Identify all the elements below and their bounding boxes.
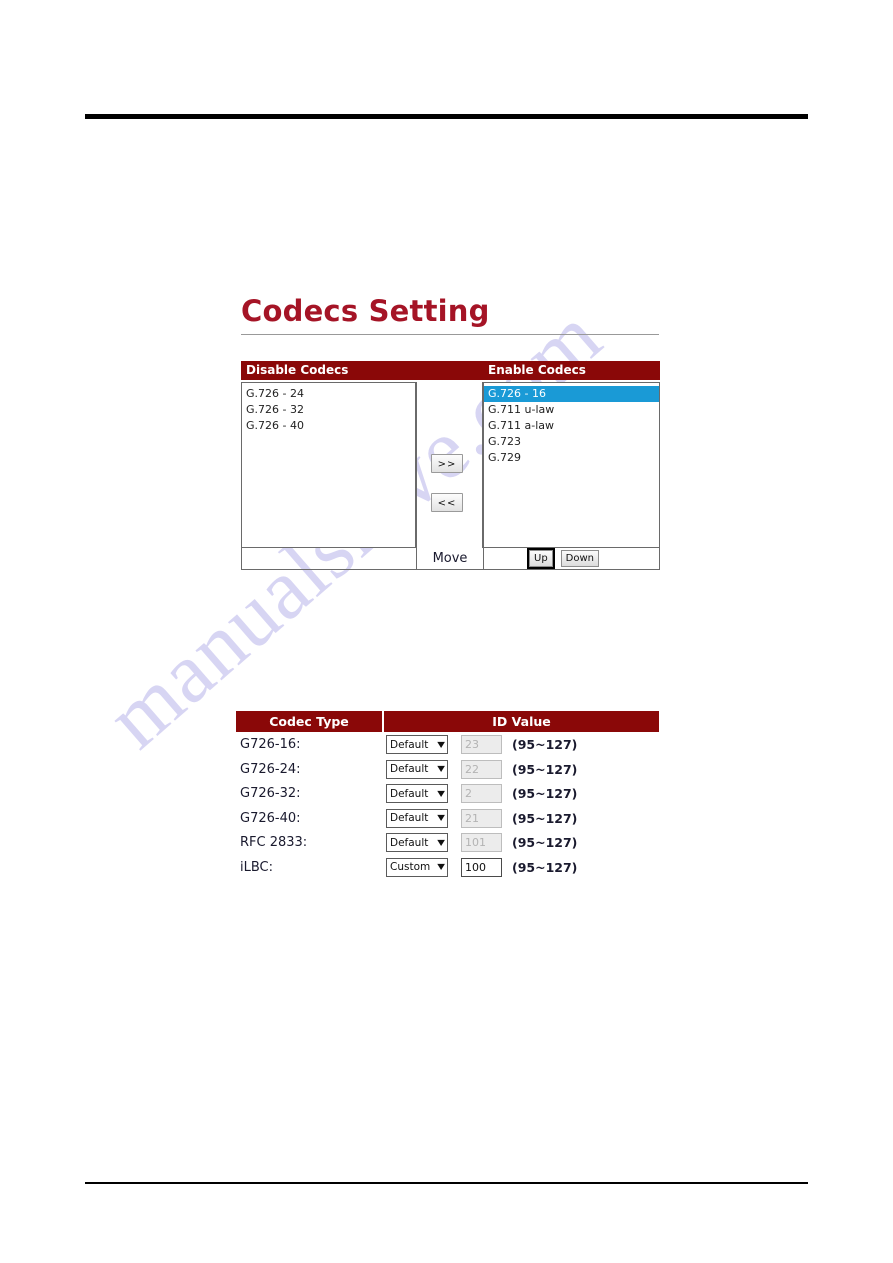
list-item[interactable]: G.723: [484, 434, 659, 450]
enable-codecs-header: Enable Codecs: [483, 361, 660, 380]
codec-id-table: Codec Type ID Value G726-16: Default ▼ 2…: [236, 711, 659, 879]
list-item[interactable]: G.729: [484, 450, 659, 466]
footer-right-cell: Up Down: [484, 548, 659, 569]
codec-type-label: RFC 2833:: [240, 835, 308, 851]
title-underline: [241, 334, 659, 335]
move-down-button[interactable]: Down: [560, 550, 600, 567]
codec-type-label: iLBC:: [240, 859, 274, 875]
id-value-input[interactable]: 22: [461, 759, 502, 779]
id-value-input[interactable]: 23: [461, 735, 502, 755]
chevron-down-icon: ▼: [437, 862, 445, 872]
codec-type-label: G726-16:: [240, 737, 301, 753]
id-range-hint: (95~127): [512, 835, 578, 851]
codec-type-label: G726-40:: [240, 810, 301, 826]
id-mode-value: Default: [390, 836, 429, 849]
id-value-input[interactable]: 2: [461, 784, 502, 804]
id-mode-select[interactable]: Default ▼: [386, 735, 448, 755]
table-row: G726-16: Default ▼ 23 (95~127): [236, 733, 659, 757]
id-range-hint: (95~127): [512, 786, 578, 802]
codec-type-label: G726-24:: [240, 761, 301, 777]
codec-id-table-header: Codec Type ID Value: [236, 711, 659, 732]
table-row: iLBC: Custom ▼ 100 (95~127): [236, 856, 659, 880]
codec-type-header: Codec Type: [236, 711, 384, 732]
id-mode-value: Default: [390, 738, 429, 751]
chevron-down-icon: ▼: [437, 813, 445, 823]
chevron-down-icon: ▼: [437, 739, 445, 749]
list-item[interactable]: G.726 - 32: [242, 402, 415, 418]
table-row: RFC 2833: Default ▼ 101 (95~127): [236, 831, 659, 855]
chevron-down-icon: ▼: [437, 788, 445, 798]
id-mode-value: Default: [390, 763, 429, 776]
codecs-transfer-body: G.726 - 24 G.726 - 32 G.726 - 40 >> << G…: [241, 382, 660, 548]
table-row: G726-40: Default ▼ 21 (95~127): [236, 807, 659, 831]
chevron-down-icon: ▼: [437, 837, 445, 847]
codecs-transfer-header-row: Disable Codecs Enable Codecs: [241, 361, 660, 380]
move-label: Move: [417, 548, 484, 569]
id-mode-select[interactable]: Default ▼: [386, 784, 448, 804]
id-value-header: ID Value: [492, 714, 551, 729]
id-mode-value: Custom: [390, 861, 431, 874]
page-bottom-rule: [85, 1182, 808, 1184]
id-mode-select[interactable]: Custom ▼: [386, 857, 448, 877]
id-range-hint: (95~127): [512, 810, 578, 826]
codec-type-label: G726-32:: [240, 786, 301, 802]
move-right-button[interactable]: >>: [431, 454, 463, 473]
page-title: Codecs Setting: [241, 294, 490, 328]
id-value-input[interactable]: 21: [461, 808, 502, 828]
id-mode-select[interactable]: Default ▼: [386, 833, 448, 853]
page-top-rule: [85, 114, 808, 119]
footer-left-cell: [242, 548, 417, 569]
chevron-down-icon: ▼: [437, 764, 445, 774]
id-mode-value: Default: [390, 787, 429, 800]
move-up-button[interactable]: Up: [527, 548, 555, 569]
list-item[interactable]: G.711 u-law: [484, 402, 659, 418]
disable-codecs-header: Disable Codecs: [241, 361, 416, 380]
id-value-input[interactable]: 101: [461, 833, 502, 853]
id-range-hint: (95~127): [512, 859, 578, 875]
table-row: G726-24: Default ▼ 22 (95~127): [236, 758, 659, 782]
id-range-hint: (95~127): [512, 761, 578, 777]
list-item[interactable]: G.726 - 24: [242, 386, 415, 402]
id-value-input[interactable]: 100: [461, 857, 502, 877]
list-item[interactable]: G.711 a-law: [484, 418, 659, 434]
enable-codecs-listbox[interactable]: G.726 - 16 G.711 u-law G.711 a-law G.723…: [483, 382, 660, 548]
transfer-middle-header: [416, 361, 483, 380]
id-mode-value: Default: [390, 812, 429, 825]
list-item[interactable]: G.726 - 16: [484, 386, 659, 402]
disable-codecs-listbox[interactable]: G.726 - 24 G.726 - 32 G.726 - 40: [241, 382, 416, 548]
id-range-hint: (95~127): [512, 737, 578, 753]
id-mode-select[interactable]: Default ▼: [386, 759, 448, 779]
id-mode-select[interactable]: Default ▼: [386, 808, 448, 828]
codecs-transfer-footer: Move Up Down: [241, 548, 660, 570]
move-left-button[interactable]: <<: [431, 493, 463, 512]
list-item[interactable]: G.726 - 40: [242, 418, 415, 434]
transfer-buttons-column: >> <<: [416, 382, 483, 548]
codecs-transfer-panel: Disable Codecs Enable Codecs G.726 - 24 …: [241, 361, 660, 570]
table-row: G726-32: Default ▼ 2 (95~127): [236, 782, 659, 806]
